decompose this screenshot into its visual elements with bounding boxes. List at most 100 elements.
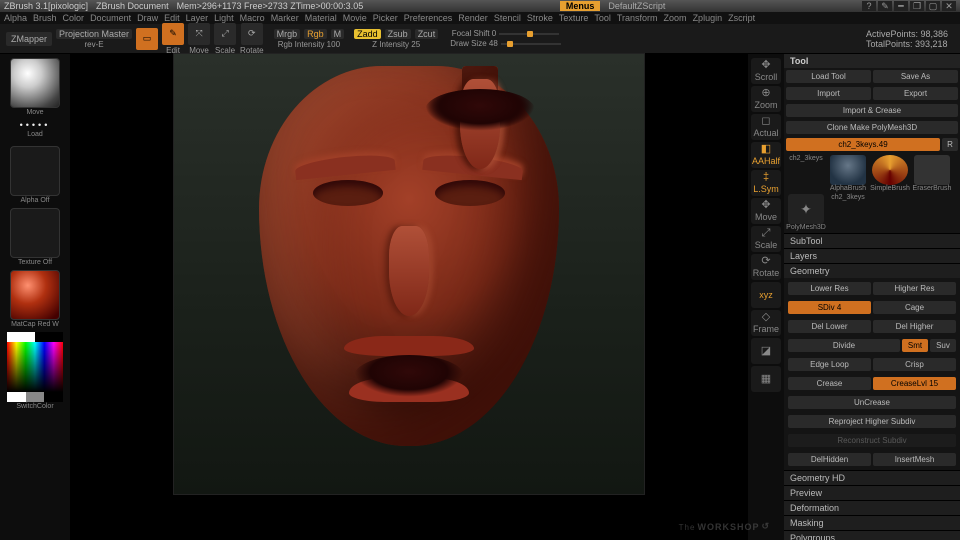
clone-polymesh-button[interactable]: Clone Make PolyMesh3D bbox=[786, 121, 958, 134]
r-button[interactable]: R bbox=[942, 138, 958, 151]
export-button[interactable]: Export bbox=[873, 87, 958, 100]
zadd-button[interactable]: Zadd bbox=[354, 29, 381, 39]
pframe-button[interactable]: ▦ bbox=[751, 366, 781, 392]
del-higher-button[interactable]: Del Higher bbox=[873, 320, 956, 333]
draw-size-label[interactable]: Draw Size 48 bbox=[450, 39, 498, 48]
note-icon[interactable]: ✎ bbox=[878, 1, 892, 11]
alpha-thumb[interactable] bbox=[10, 146, 60, 196]
menu-draw[interactable]: Draw bbox=[137, 13, 158, 23]
draw-size-slider[interactable] bbox=[501, 43, 561, 45]
section-polygroups[interactable]: Polygroups bbox=[784, 530, 960, 540]
move-mode-button[interactable]: ⤧ bbox=[188, 23, 210, 45]
edit-mode-button[interactable]: ✎ bbox=[162, 23, 184, 45]
smt-button[interactable]: Smt bbox=[902, 339, 928, 352]
menu-picker[interactable]: Picker bbox=[373, 13, 398, 23]
menu-brush[interactable]: Brush bbox=[33, 13, 57, 23]
menu-preferences[interactable]: Preferences bbox=[404, 13, 453, 23]
menu-document[interactable]: Document bbox=[90, 13, 131, 23]
menu-zoom[interactable]: Zoom bbox=[664, 13, 687, 23]
menu-edit[interactable]: Edit bbox=[164, 13, 180, 23]
zoom-button[interactable]: ⊕Zoom bbox=[751, 86, 781, 112]
lower-res-button[interactable]: Lower Res bbox=[788, 282, 871, 295]
max-icon[interactable]: ▢ bbox=[926, 1, 940, 11]
tool-thumb-simple[interactable]: SimpleBrush bbox=[870, 155, 910, 192]
zcut-button[interactable]: Zcut bbox=[415, 29, 439, 39]
menu-light[interactable]: Light bbox=[214, 13, 234, 23]
section-geometry-hd[interactable]: Geometry HD bbox=[784, 470, 960, 485]
switch-color-label[interactable]: SwitchColor bbox=[16, 403, 53, 410]
rgb-intensity-label[interactable]: Rgb Intensity 100 bbox=[278, 40, 340, 49]
crisp-button[interactable]: Crisp bbox=[873, 358, 956, 371]
swatch-row[interactable] bbox=[7, 332, 63, 342]
scroll-button[interactable]: ✥Scroll bbox=[751, 58, 781, 84]
tool-thumb-alpha[interactable]: AlphaBrush bbox=[828, 155, 868, 192]
import-crease-button[interactable]: Import & Crease bbox=[786, 104, 958, 117]
projection-master-button[interactable]: Projection Master bbox=[56, 29, 132, 39]
menu-transform[interactable]: Transform bbox=[617, 13, 658, 23]
menu-layer[interactable]: Layer bbox=[186, 13, 209, 23]
section-layers[interactable]: Layers bbox=[784, 248, 960, 263]
texture-thumb[interactable] bbox=[10, 208, 60, 258]
menu-zscript[interactable]: Zscript bbox=[728, 13, 755, 23]
reconstruct-button[interactable]: Reconstruct Subdiv bbox=[788, 434, 956, 447]
insertmesh-button[interactable]: InsertMesh bbox=[873, 453, 956, 466]
sdiv-slider[interactable]: SDiv 4 bbox=[788, 301, 871, 314]
stroke-dots-icon[interactable]: ••••• bbox=[20, 120, 51, 130]
close-icon[interactable]: ✕ bbox=[942, 1, 956, 11]
brush-thumb[interactable] bbox=[10, 58, 60, 108]
current-tool-name[interactable]: ch2_3keys.49 bbox=[786, 138, 940, 151]
zsub-button[interactable]: Zsub bbox=[385, 29, 411, 39]
section-subtool[interactable]: SubTool bbox=[784, 233, 960, 248]
draw-mode-button[interactable]: ▭ bbox=[136, 28, 158, 50]
rgb-button[interactable]: Rgb bbox=[304, 29, 327, 39]
restore-icon[interactable]: ❐ bbox=[910, 1, 924, 11]
tool-thumb-eraser[interactable]: EraserBrush bbox=[912, 155, 952, 192]
menu-texture[interactable]: Texture bbox=[559, 13, 589, 23]
persp-button[interactable]: ◪ bbox=[751, 338, 781, 364]
lsym-button[interactable]: ‡L.Sym bbox=[751, 170, 781, 196]
edge-loop-button[interactable]: Edge Loop bbox=[788, 358, 871, 371]
focal-shift-slider[interactable] bbox=[499, 33, 559, 35]
zmapper-button[interactable]: ZMapper bbox=[6, 32, 52, 46]
save-as-button[interactable]: Save As bbox=[873, 70, 958, 83]
tool-thumb-head1[interactable]: ch2_3keys bbox=[786, 155, 826, 192]
rotate-view-button[interactable]: ⟳Rotate bbox=[751, 254, 781, 280]
import-button[interactable]: Import bbox=[786, 87, 871, 100]
scale-view-button[interactable]: ⤢Scale bbox=[751, 226, 781, 252]
higher-res-button[interactable]: Higher Res bbox=[873, 282, 956, 295]
section-masking[interactable]: Masking bbox=[784, 515, 960, 530]
menu-tool[interactable]: Tool bbox=[594, 13, 611, 23]
xyz-button[interactable]: xyz bbox=[751, 282, 781, 308]
section-geometry[interactable]: Geometry bbox=[784, 263, 960, 278]
menu-alpha[interactable]: Alpha bbox=[4, 13, 27, 23]
menu-color[interactable]: Color bbox=[63, 13, 85, 23]
menu-macro[interactable]: Macro bbox=[240, 13, 265, 23]
menu-zplugin[interactable]: Zplugin bbox=[693, 13, 723, 23]
scale-mode-button[interactable]: ⤢ bbox=[214, 23, 236, 45]
tool-thumb-polymesh[interactable]: PolyMesh3D bbox=[786, 194, 826, 231]
m-button[interactable]: M bbox=[331, 29, 345, 39]
suv-button[interactable]: Suv bbox=[930, 339, 956, 352]
menu-render[interactable]: Render bbox=[458, 13, 488, 23]
menu-stroke[interactable]: Stroke bbox=[527, 13, 553, 23]
crease-button[interactable]: Crease bbox=[788, 377, 871, 390]
color-picker[interactable] bbox=[7, 342, 63, 392]
uncrease-button[interactable]: UnCrease bbox=[788, 396, 956, 409]
menu-stencil[interactable]: Stencil bbox=[494, 13, 521, 23]
rotate-mode-button[interactable]: ⟳ bbox=[241, 23, 263, 45]
move-view-button[interactable]: ✥Move bbox=[751, 198, 781, 224]
delhidden-button[interactable]: DelHidden bbox=[788, 453, 871, 466]
help-icon[interactable]: ? bbox=[862, 1, 876, 11]
reproject-button[interactable]: Reproject Higher Subdiv bbox=[788, 415, 956, 428]
document-canvas[interactable] bbox=[174, 54, 644, 494]
focal-shift-label[interactable]: Focal Shift 0 bbox=[452, 29, 496, 38]
actual-button[interactable]: ◻Actual bbox=[751, 114, 781, 140]
del-lower-button[interactable]: Del Lower bbox=[788, 320, 871, 333]
menu-marker[interactable]: Marker bbox=[271, 13, 299, 23]
section-deformation[interactable]: Deformation bbox=[784, 500, 960, 515]
min-icon[interactable]: ━ bbox=[894, 1, 908, 11]
tool-thumb-head2[interactable]: ch2_3keys bbox=[828, 194, 868, 231]
divide-button[interactable]: Divide bbox=[788, 339, 900, 352]
z-intensity-label[interactable]: Z Intensity 25 bbox=[372, 40, 420, 49]
frame-button[interactable]: ◇Frame bbox=[751, 310, 781, 336]
